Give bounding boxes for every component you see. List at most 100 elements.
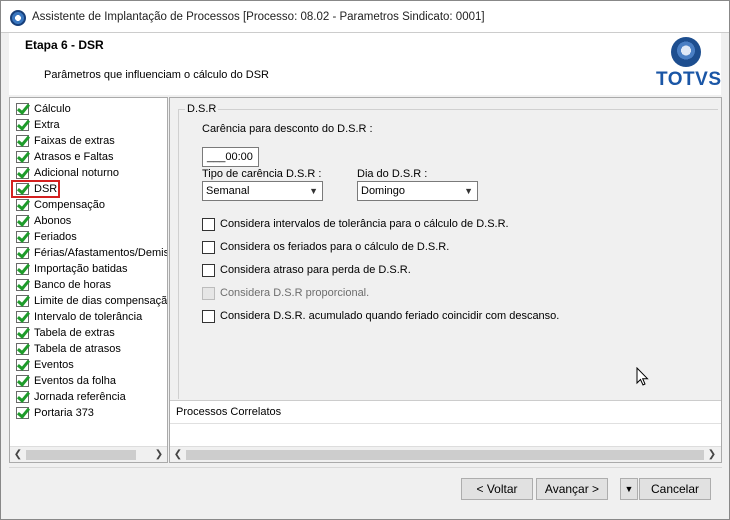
footer-divider <box>9 467 722 468</box>
tipo-carencia-select[interactable]: Semanal ▼ <box>202 181 323 201</box>
carencia-time-input[interactable]: ___00:00 <box>202 147 259 167</box>
checkbox[interactable] <box>202 218 215 231</box>
tipo-carencia-label: Tipo de carência D.S.R : <box>202 168 322 180</box>
scroll-right-icon[interactable]: ❯ <box>706 449 718 461</box>
tree-item-label: Feriados <box>34 231 77 243</box>
checkbox[interactable] <box>202 264 215 277</box>
tree-item-label: Importação batidas <box>34 263 128 275</box>
option-label: Considera intervalos de tolerância para … <box>220 218 509 230</box>
tree-item[interactable]: DSR <box>10 180 167 198</box>
tree-item-label: Férias/Afastamentos/Demis <box>34 247 167 259</box>
wizard-window: Assistente de Implantação de Processos [… <box>0 0 730 520</box>
scroll-right-icon[interactable]: ❯ <box>153 449 165 461</box>
option-label: Considera atraso para perda de D.S.R. <box>220 264 411 276</box>
checked-icon[interactable] <box>16 391 29 403</box>
tree-item[interactable]: Faixas de extras <box>10 133 167 149</box>
tree-item-label: Extra <box>34 119 60 131</box>
checkbox[interactable] <box>202 310 215 323</box>
tree-item[interactable]: Eventos da folha <box>10 373 167 389</box>
title-bar: Assistente de Implantação de Processos [… <box>1 1 729 33</box>
tree-item[interactable]: Compensação <box>10 197 167 213</box>
checked-icon[interactable] <box>16 135 29 147</box>
tree-item[interactable]: Férias/Afastamentos/Demis <box>10 245 167 261</box>
window-title: Assistente de Implantação de Processos [… <box>32 11 485 23</box>
checked-icon[interactable] <box>16 279 29 291</box>
scroll-left-icon[interactable]: ❮ <box>172 449 184 461</box>
cancel-button[interactable]: Cancelar <box>639 478 711 500</box>
tree-item-label: Atrasos e Faltas <box>34 151 114 163</box>
dsr-groupbox: D.S.R Carência para desconto do D.S.R : … <box>178 103 718 399</box>
step-title: Etapa 6 - DSR <box>25 38 104 52</box>
tree-item[interactable]: Tabela de extras <box>10 325 167 341</box>
dia-dsr-label: Dia do D.S.R : <box>357 168 428 180</box>
checked-icon[interactable] <box>16 327 29 339</box>
totvs-logo-icon <box>671 37 701 67</box>
tipo-carencia-value: Semanal <box>206 185 250 197</box>
back-button[interactable]: < Voltar <box>461 478 533 500</box>
scroll-thumb[interactable] <box>186 450 704 460</box>
processos-correlatos-panel: Processos Correlatos ❮ ❯ <box>170 400 721 462</box>
tree-item[interactable]: Portaria 373 <box>10 405 167 421</box>
correlatos-horizontal-scrollbar[interactable]: ❮ ❯ <box>170 446 721 462</box>
tree-item[interactable]: Atrasos e Faltas <box>10 149 167 165</box>
tree-item-label: Compensação <box>34 199 105 211</box>
tree-item[interactable]: Limite de dias compensação <box>10 293 167 309</box>
mouse-cursor-icon <box>636 367 649 386</box>
option-label: Considera os feriados para o cálculo de … <box>220 241 450 253</box>
tree-item[interactable]: Abonos <box>10 213 167 229</box>
tree-item[interactable]: Jornada referência <box>10 389 167 405</box>
tree-item[interactable]: Extra <box>10 117 167 133</box>
tree-item-label: Tabela de atrasos <box>34 343 121 355</box>
option-label: Considera D.S.R proporcional. <box>220 287 370 299</box>
checked-icon[interactable] <box>16 247 29 259</box>
checked-icon[interactable] <box>16 151 29 163</box>
chevron-down-icon[interactable]: ▼ <box>464 182 473 200</box>
checked-icon[interactable] <box>16 359 29 371</box>
tree-item[interactable]: Tabela de atrasos <box>10 341 167 357</box>
tree-item-label: Limite de dias compensação <box>34 295 167 307</box>
dropdown-button[interactable]: ▼ <box>620 478 638 500</box>
steps-tree: Cálculo Extra Faixas de extras Atrasos e Fa… <box>10 101 167 446</box>
tree-item-label: Portaria 373 <box>34 407 94 419</box>
checked-icon[interactable] <box>16 311 29 323</box>
chevron-down-icon[interactable]: ▼ <box>309 182 318 200</box>
tree-item[interactable]: Eventos <box>10 357 167 373</box>
tree-horizontal-scrollbar[interactable]: ❮ ❯ <box>10 446 167 462</box>
checked-icon[interactable] <box>16 119 29 131</box>
checked-icon[interactable] <box>16 199 29 211</box>
tree-item-label: Adicional noturno <box>34 167 120 179</box>
chevron-down-icon[interactable]: ▼ <box>625 484 634 494</box>
carencia-label: Carência para desconto do D.S.R : <box>202 123 373 135</box>
tree-item[interactable]: Intervalo de tolerância <box>10 309 167 325</box>
scroll-thumb[interactable] <box>26 450 136 460</box>
tree-item-label: Eventos <box>34 359 74 371</box>
checked-icon[interactable] <box>16 263 29 275</box>
scroll-left-icon[interactable]: ❮ <box>12 449 24 461</box>
tree-item-label: Eventos da folha <box>34 375 116 387</box>
processos-correlatos-header: Processos Correlatos <box>170 401 721 424</box>
next-button[interactable]: Avançar > <box>536 478 608 500</box>
wizard-header: Etapa 6 - DSR Parâmetros que influenciam… <box>9 33 721 95</box>
checked-icon[interactable] <box>16 167 29 179</box>
checked-icon[interactable] <box>16 231 29 243</box>
checked-icon[interactable] <box>16 215 29 227</box>
tree-item[interactable]: Banco de horas <box>10 277 167 293</box>
dsr-group-title: D.S.R <box>185 103 219 115</box>
checked-icon[interactable] <box>16 343 29 355</box>
dia-dsr-select[interactable]: Domingo ▼ <box>357 181 478 201</box>
steps-tree-panel: Cálculo Extra Faixas de extras Atrasos e Fa… <box>9 97 168 463</box>
tree-item-label: Faixas de extras <box>34 135 115 147</box>
tree-item-label: Jornada referência <box>34 391 126 403</box>
checked-icon[interactable] <box>16 407 29 419</box>
tree-item[interactable]: Cálculo <box>10 101 167 117</box>
checkbox[interactable] <box>202 241 215 254</box>
checked-icon[interactable] <box>16 295 29 307</box>
dsr-settings-panel: D.S.R Carência para desconto do D.S.R : … <box>169 97 722 463</box>
tree-item[interactable]: Adicional noturno <box>10 165 167 181</box>
tree-item[interactable]: Importação batidas <box>10 261 167 277</box>
totvs-logo-text: TOTVS <box>656 69 722 90</box>
step-description: Parâmetros que influenciam o cálculo do … <box>44 69 270 81</box>
checked-icon[interactable] <box>16 103 29 115</box>
tree-item[interactable]: Feriados <box>10 229 167 245</box>
checked-icon[interactable] <box>16 375 29 387</box>
